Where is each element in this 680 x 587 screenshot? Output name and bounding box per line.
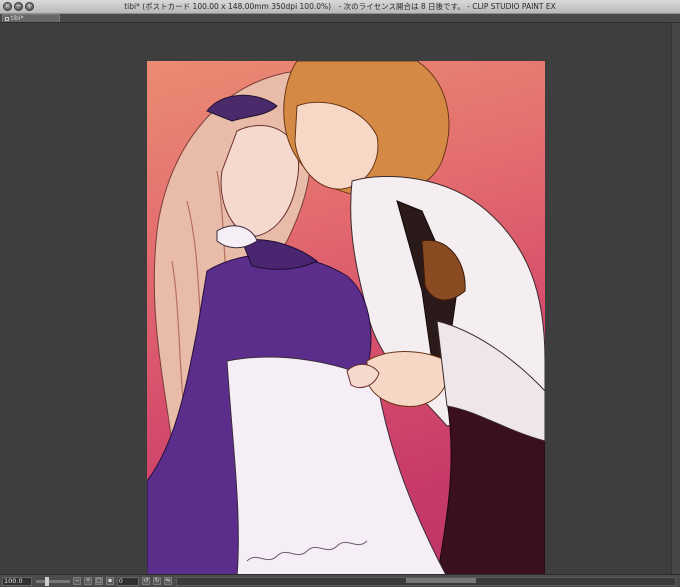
rotation-angle-field[interactable] (117, 576, 139, 586)
rotate-right-button[interactable]: ↻ (153, 577, 161, 585)
left-character-bow (241, 239, 318, 270)
zoom-out-button[interactable]: − (73, 577, 81, 585)
zoom-slider[interactable] (36, 576, 70, 586)
vertical-scrollbar[interactable] (671, 23, 680, 574)
zoom-in-button[interactable]: + (84, 577, 92, 585)
rotate-right-icon: ↻ (154, 577, 160, 584)
zoom-level-field[interactable] (2, 576, 32, 586)
window-title: tibi* (ポストカード 100.00 x 148.00mm 350dpi 1… (124, 2, 556, 11)
artwork-canvas[interactable] (147, 61, 545, 577)
horizontal-scroll-thumb[interactable] (406, 577, 476, 583)
flip-icon: ⇋ (165, 577, 171, 584)
document-icon (5, 16, 9, 21)
zoom-out-icon: − (74, 577, 80, 584)
rotate-left-button[interactable]: ↺ (142, 577, 150, 585)
flip-horizontal-button[interactable]: ⇋ (164, 577, 172, 585)
tab-label: tibi* (11, 15, 24, 22)
status-bar: − + □ ▪ ↺ ↻ ⇋ (0, 574, 680, 587)
actual-size-button[interactable]: ▪ (106, 577, 114, 585)
rotate-left-icon: ↺ (143, 577, 149, 584)
document-tab-bar: tibi* (0, 14, 680, 23)
tab-tibi[interactable]: tibi* (2, 14, 60, 22)
fit-icon: □ (96, 577, 102, 584)
zoom-slider-knob[interactable] (44, 576, 49, 586)
actual-size-icon: ▪ (107, 577, 113, 584)
horizontal-scrollbar[interactable] (176, 576, 676, 586)
artwork-illustration (147, 61, 545, 577)
zoom-in-icon: + (85, 577, 91, 584)
fit-view-button[interactable]: □ (95, 577, 103, 585)
title-bar: × − + tibi* (ポストカード 100.00 x 148.00mm 35… (0, 0, 680, 14)
